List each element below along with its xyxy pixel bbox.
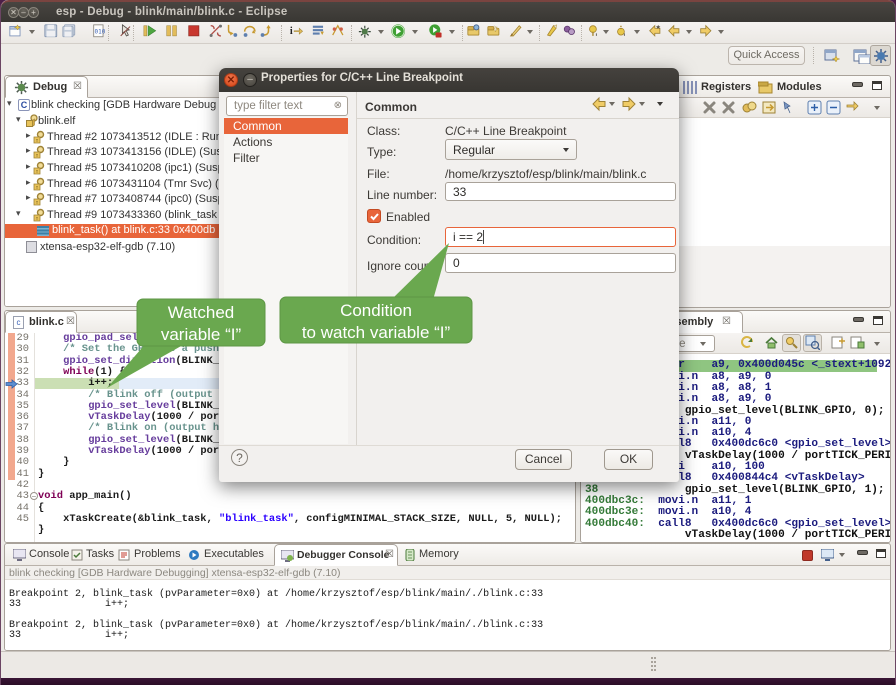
svg-text:010: 010 — [95, 28, 106, 35]
svg-text:i: i — [290, 26, 293, 37]
